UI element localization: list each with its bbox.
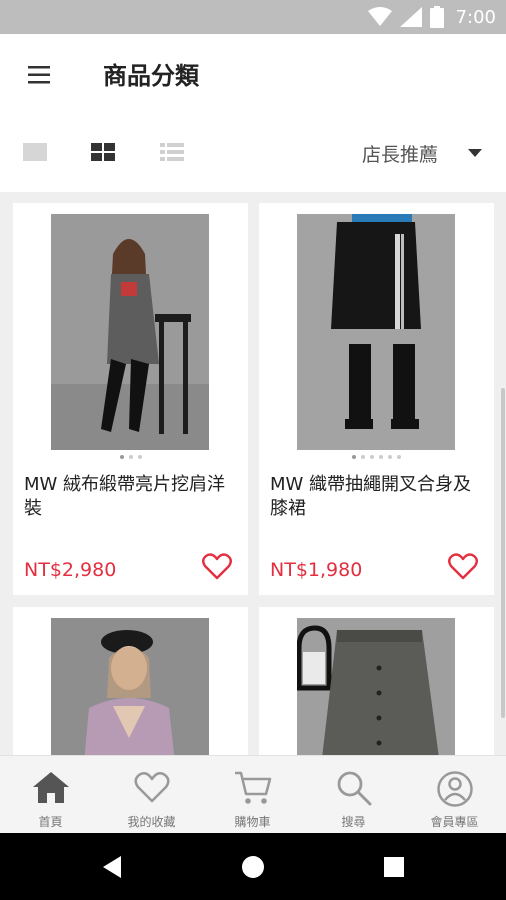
wifi-icon bbox=[367, 7, 392, 26]
pagination-dot bbox=[388, 455, 392, 459]
product-price: NT$1,980 bbox=[270, 559, 363, 581]
sort-label: 店長推薦 bbox=[361, 143, 438, 166]
page-title: 商品分類 bbox=[103, 62, 199, 90]
product-image[interactable] bbox=[297, 214, 455, 450]
search-icon bbox=[337, 771, 371, 806]
sort-dropdown[interactable]: 店長推薦 bbox=[362, 136, 482, 170]
nav-home[interactable]: 首頁 bbox=[0, 756, 101, 834]
menu-button[interactable] bbox=[22, 60, 56, 90]
grid-view-button[interactable] bbox=[90, 141, 118, 165]
image-pagination-dots bbox=[259, 455, 494, 459]
pagination-dot bbox=[361, 455, 365, 459]
home-icon bbox=[32, 772, 69, 803]
view-toolbar: 店長推薦 bbox=[0, 116, 506, 192]
pagination-dot bbox=[137, 455, 142, 459]
pagination-dot bbox=[370, 455, 374, 459]
favorite-heart-icon[interactable] bbox=[202, 552, 232, 580]
dropdown-arrow-icon bbox=[468, 149, 482, 157]
nav-label: 會員專區 bbox=[430, 815, 479, 829]
pagination-dot bbox=[119, 455, 124, 459]
pagination-dot bbox=[397, 455, 401, 459]
product-name[interactable]: MW 絨布緞帶亮片挖肩洋裝 bbox=[24, 473, 239, 521]
product-card[interactable] bbox=[13, 607, 248, 755]
hamburger-icon bbox=[28, 66, 50, 84]
list-view-button[interactable] bbox=[159, 141, 187, 165]
recents-icon[interactable] bbox=[383, 856, 405, 878]
nav-label: 我的收藏 bbox=[127, 815, 176, 829]
scrollbar[interactable] bbox=[501, 388, 505, 718]
system-navigation-bar bbox=[0, 833, 506, 900]
nav-label: 搜尋 bbox=[341, 815, 366, 829]
product-image[interactable] bbox=[51, 214, 209, 450]
nav-member[interactable]: 會員專區 bbox=[404, 756, 505, 834]
nav-search[interactable]: 搜尋 bbox=[303, 756, 404, 834]
pagination-dot bbox=[379, 455, 383, 459]
home-circle-icon[interactable] bbox=[241, 855, 265, 879]
product-card[interactable]: MW 織帶抽繩開叉合身及膝裙 NT$1,980 bbox=[259, 203, 494, 595]
app-bar: 商品分類 bbox=[0, 34, 506, 116]
product-card[interactable]: MW 絨布緞帶亮片挖肩洋裝 NT$2,980 bbox=[13, 203, 248, 595]
signal-icon bbox=[399, 7, 422, 27]
favorite-heart-icon[interactable] bbox=[448, 552, 478, 580]
battery-icon bbox=[429, 6, 444, 28]
product-grid: MW 絨布緞帶亮片挖肩洋裝 NT$2,980 MW 織帶抽繩開叉合身及膝裙 NT… bbox=[0, 192, 506, 755]
user-icon bbox=[436, 771, 473, 807]
product-name[interactable]: MW 織帶抽繩開叉合身及膝裙 bbox=[270, 473, 485, 521]
list-view-icon bbox=[160, 143, 184, 161]
status-icons: 7:00 bbox=[367, 6, 496, 28]
bottom-navigation: 首頁 我的收藏 購物車 搜尋 會員專區 bbox=[0, 755, 506, 834]
product-card[interactable] bbox=[259, 607, 494, 755]
nav-label: 購物車 bbox=[234, 815, 271, 829]
nav-favorites[interactable]: 我的收藏 bbox=[101, 756, 202, 834]
product-price: NT$2,980 bbox=[24, 559, 117, 581]
back-icon[interactable] bbox=[101, 855, 123, 879]
single-view-button[interactable] bbox=[22, 141, 50, 165]
single-view-icon bbox=[23, 143, 47, 161]
product-image[interactable] bbox=[297, 618, 455, 755]
image-pagination-dots bbox=[13, 455, 248, 459]
pagination-dot bbox=[128, 455, 133, 459]
nav-label: 首頁 bbox=[38, 815, 63, 829]
product-image[interactable] bbox=[51, 618, 209, 755]
cart-icon bbox=[234, 771, 271, 804]
status-bar: 7:00 bbox=[0, 0, 506, 34]
grid-view-icon bbox=[91, 143, 115, 161]
clock: 7:00 bbox=[455, 6, 496, 28]
pagination-dot bbox=[352, 455, 356, 459]
nav-cart[interactable]: 購物車 bbox=[202, 756, 303, 834]
heart-icon bbox=[134, 771, 169, 803]
